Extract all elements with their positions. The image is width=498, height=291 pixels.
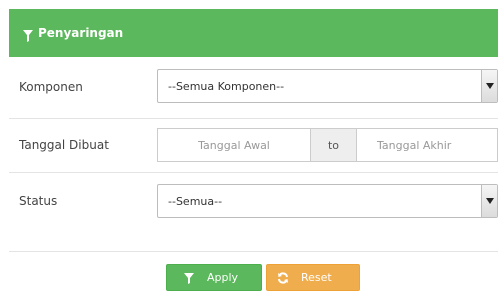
dropdown-arrow-icon[interactable]: [481, 185, 497, 217]
refresh-icon: [277, 271, 289, 284]
status-select[interactable]: --Semua--: [157, 184, 498, 218]
panel-title: Penyaringan: [38, 26, 124, 40]
date-range-group: Tanggal Awal to Tanggal Akhir: [157, 128, 498, 162]
filter-row-komponen: Komponen --Semua Komponen--: [9, 57, 498, 119]
apply-button[interactable]: Apply: [166, 264, 262, 291]
filter-row-status: Status --Semua--: [9, 173, 498, 252]
status-label: Status: [19, 194, 58, 208]
end-date-input[interactable]: Tanggal Akhir: [357, 129, 497, 161]
start-date-input[interactable]: Tanggal Awal: [158, 129, 310, 161]
filter-panel: Penyaringan Komponen --Semua Komponen-- …: [0, 0, 498, 291]
panel-header: Penyaringan: [9, 9, 498, 57]
status-select-value: --Semua--: [168, 194, 223, 208]
dropdown-arrow-icon[interactable]: [481, 70, 497, 102]
komponen-select-value: --Semua Komponen--: [168, 79, 285, 93]
komponen-label: Komponen: [19, 80, 83, 94]
reset-button-label: Reset: [301, 271, 332, 284]
tanggal-label: Tanggal Dibuat: [19, 138, 109, 152]
komponen-select[interactable]: --Semua Komponen--: [157, 69, 498, 103]
date-separator: to: [310, 129, 357, 161]
reset-button[interactable]: Reset: [266, 264, 360, 291]
funnel-icon: [183, 272, 195, 284]
funnel-icon: [23, 27, 33, 42]
filter-row-tanggal: Tanggal Dibuat Tanggal Awal to Tanggal A…: [9, 119, 498, 173]
apply-button-label: Apply: [207, 271, 239, 284]
